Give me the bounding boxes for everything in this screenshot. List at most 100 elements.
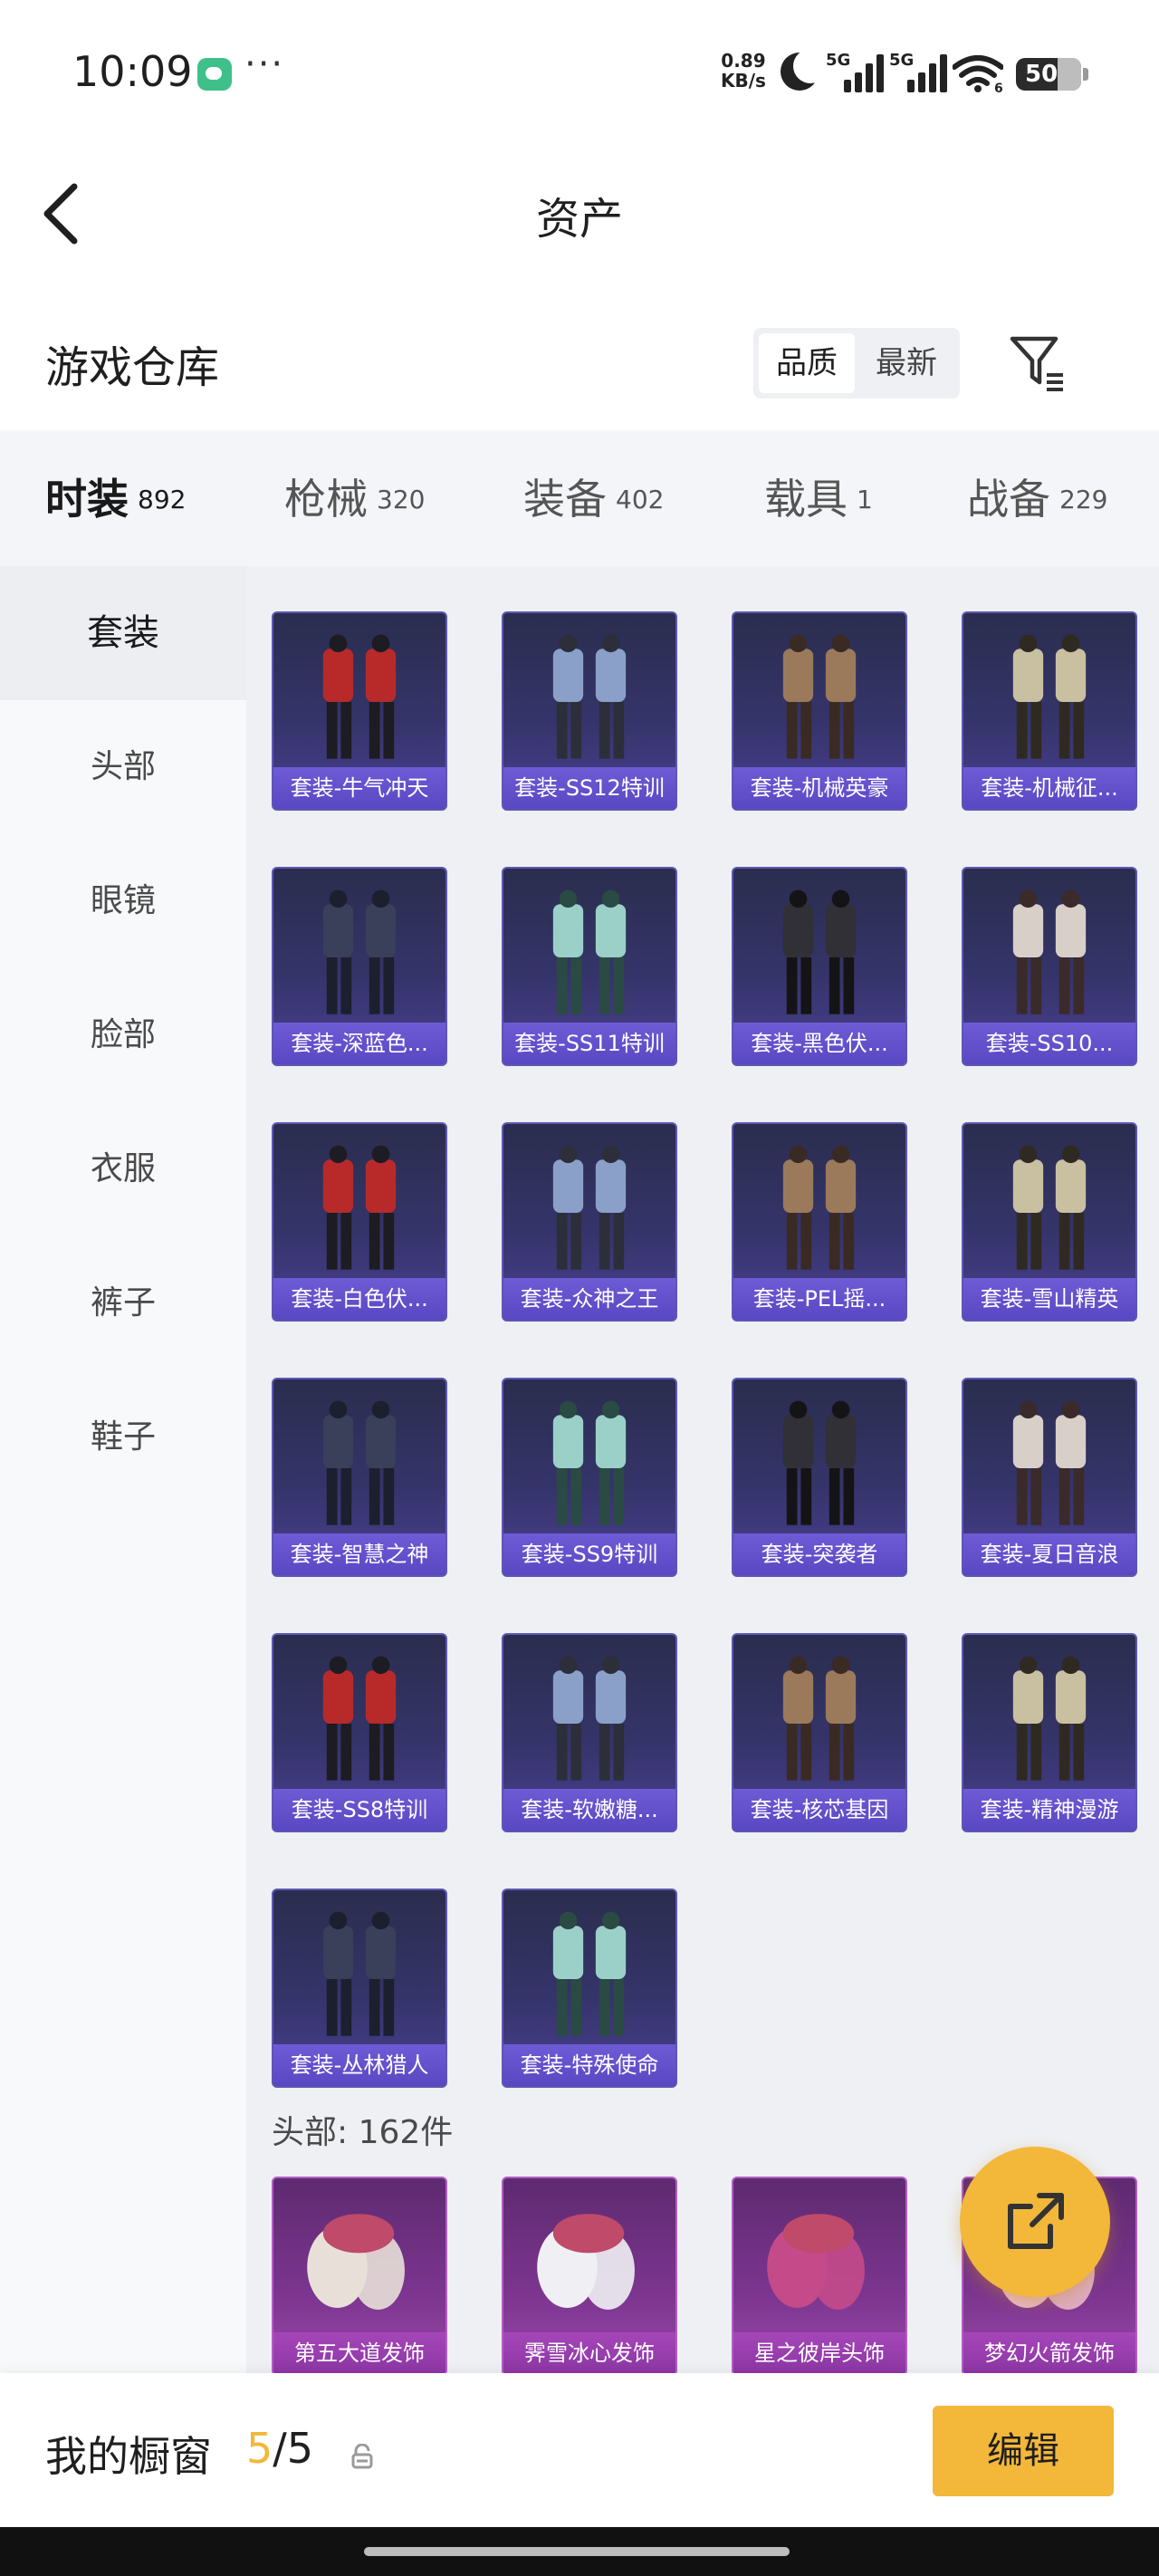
wifi-band-label: 6 <box>994 82 1003 92</box>
sort-newest-option[interactable]: 最新 <box>858 333 954 393</box>
head-section-label: 头部: 162件 <box>272 2114 454 2151</box>
head-item-label: 星之彼岸头饰 <box>733 2332 905 2373</box>
sidebar-item-shoes[interactable]: 鞋子 <box>0 1370 246 1504</box>
tab-equipment[interactable]: 装备 402 <box>523 466 664 539</box>
suit-card[interactable]: 套装-核芯基因 <box>732 1633 907 1832</box>
tab-fashion[interactable]: 时装 892 <box>45 466 187 577</box>
suit-card-label: 套装-SS11特训 <box>503 1023 675 1064</box>
wechat-notification-icon <box>197 58 232 91</box>
page-title: 资产 <box>535 194 623 245</box>
suit-card[interactable]: 套装-雪山精英 <box>962 1122 1137 1322</box>
suit-card[interactable]: 套装-众神之王 <box>502 1122 677 1322</box>
outfit-image <box>322 1400 397 1525</box>
suit-card-label: 套装-突袭者 <box>733 1533 905 1575</box>
tab-label: 装备 <box>523 475 607 524</box>
showcase-label: 我的橱窗 <box>45 2432 212 2481</box>
tab-count: 892 <box>138 484 187 514</box>
tab-label: 载具 <box>764 475 848 524</box>
battery-icon: 50 <box>1016 58 1088 91</box>
warehouse-header: 游戏仓库 品质 最新 <box>0 281 1159 430</box>
outfit-image <box>322 1145 397 1270</box>
outfit-image <box>322 1911 397 2036</box>
home-indicator[interactable] <box>364 2547 790 2556</box>
sort-quality-option[interactable]: 品质 <box>759 333 855 393</box>
suit-card[interactable]: 套装-软嫩糖... <box>502 1633 677 1832</box>
suit-card-label: 套装-机械英豪 <box>733 767 905 809</box>
status-bar: 10:09 ··· 0.89 KB/s 5G 5G 6 50 <box>0 0 1159 145</box>
suit-card-label: 套装-雪山精英 <box>963 1278 1135 1320</box>
signal-sim1-icon: 5G <box>826 51 884 92</box>
showcase-bar: 我的橱窗 5/5 编辑 <box>0 2373 1159 2527</box>
tab-count: 402 <box>616 484 665 514</box>
network-speed: 0.89 KB/s <box>721 51 766 91</box>
sidebar-item-suit[interactable]: 套装 <box>0 566 246 700</box>
suit-card-label: 套装-SS12特训 <box>503 767 675 809</box>
suit-card[interactable]: 套装-精神漫游 <box>962 1633 1137 1832</box>
sidebar-item-clothes[interactable]: 衣服 <box>0 1102 246 1236</box>
tab-label: 战备 <box>967 475 1050 524</box>
filter-icon[interactable] <box>1007 332 1068 393</box>
suit-card[interactable]: 套装-SS9特训 <box>502 1378 677 1577</box>
outfit-image <box>322 1656 397 1781</box>
suit-card[interactable]: 套装-SS11特训 <box>502 867 677 1066</box>
hair-accessory-image <box>767 2214 865 2311</box>
suit-card-label: 套装-丛林猎人 <box>273 2044 445 2086</box>
tab-vehicles[interactable]: 载具 1 <box>764 466 873 539</box>
suit-card[interactable]: 套装-智慧之神 <box>272 1378 447 1577</box>
warehouse-title: 游戏仓库 <box>45 342 220 393</box>
navigation-bar <box>0 2527 1159 2576</box>
head-item-card[interactable]: 霁雪冰心发饰 <box>502 2177 677 2373</box>
head-item-label: 第五大道发饰 <box>273 2332 445 2373</box>
suit-card-label: 套装-精神漫游 <box>963 1789 1135 1831</box>
suit-card[interactable]: 套装-牛气冲天 <box>272 611 447 811</box>
lock-icon <box>351 2444 373 2469</box>
outfit-image <box>552 1656 627 1781</box>
suit-card[interactable]: 套装-特殊使命 <box>502 1889 677 2088</box>
outfit-image <box>322 889 397 1014</box>
item-grid: 套装-牛气冲天 套装-SS12特训 套装-机械英豪 套装-机械征... 套装-深蓝色..… <box>246 566 1159 2373</box>
network-speed-unit: KB/s <box>721 70 766 91</box>
share-button[interactable] <box>960 2147 1110 2297</box>
suit-card[interactable]: 套装-PEL摇... <box>732 1122 907 1322</box>
suit-card-label: 套装-牛气冲天 <box>273 767 445 809</box>
suit-card[interactable]: 套装-SS8特训 <box>272 1633 447 1832</box>
tab-supplies[interactable]: 战备 229 <box>967 466 1107 539</box>
suit-card-label: 套装-SS9特训 <box>503 1533 675 1575</box>
tab-weapons[interactable]: 枪械 320 <box>284 466 425 539</box>
sidebar-item-pants[interactable]: 裤子 <box>0 1236 246 1370</box>
outfit-image <box>782 1145 857 1270</box>
outfit-image <box>782 634 857 759</box>
edit-button[interactable]: 编辑 <box>933 2406 1114 2496</box>
suit-card[interactable]: 套装-深蓝色... <box>272 867 447 1066</box>
wifi-icon: 6 <box>953 55 1003 92</box>
suit-card[interactable]: 套装-黑色伏... <box>732 867 907 1066</box>
suit-card[interactable]: 套装-丛林猎人 <box>272 1889 447 2088</box>
suit-card-label: 套装-SS8特训 <box>273 1789 445 1831</box>
suit-card[interactable]: 套装-白色伏... <box>272 1122 447 1322</box>
suit-card-label: 套装-特殊使命 <box>503 2044 675 2086</box>
head-item-card[interactable]: 星之彼岸头饰 <box>732 2177 907 2373</box>
suit-card[interactable]: 套装-机械征... <box>962 611 1137 811</box>
showcase-count: 5/5 <box>246 2424 313 2473</box>
suit-card[interactable]: 套装-夏日音浪 <box>962 1378 1137 1577</box>
suit-card-label: 套装-智慧之神 <box>273 1533 445 1575</box>
suit-card-label: 套装-核芯基因 <box>733 1789 905 1831</box>
sim1-label: 5G <box>826 51 851 70</box>
outfit-image <box>322 634 397 759</box>
suit-card[interactable]: 套装-突袭者 <box>732 1378 907 1577</box>
suit-card[interactable]: 套装-SS12特训 <box>502 611 677 811</box>
suit-card-label: 套装-众神之王 <box>503 1278 675 1320</box>
suit-card-label: 套装-深蓝色... <box>273 1023 445 1064</box>
sidebar-item-head[interactable]: 头部 <box>0 700 246 834</box>
outfit-image <box>782 1656 857 1781</box>
outfit-image <box>552 634 627 759</box>
showcase-used: 5 <box>246 2424 273 2473</box>
sidebar-item-face[interactable]: 脸部 <box>0 968 246 1102</box>
suit-card-label: 套装-PEL摇... <box>733 1278 905 1320</box>
suit-card[interactable]: 套装-机械英豪 <box>732 611 907 811</box>
head-item-label: 霁雪冰心发饰 <box>503 2332 675 2373</box>
sidebar-item-glasses[interactable]: 眼镜 <box>0 834 246 968</box>
suit-card[interactable]: 套装-SS10... <box>962 867 1137 1066</box>
head-item-card[interactable]: 第五大道发饰 <box>272 2177 447 2373</box>
category-tabs: 时装 892 枪械 320 装备 402 载具 1 战备 229 <box>0 430 1159 577</box>
